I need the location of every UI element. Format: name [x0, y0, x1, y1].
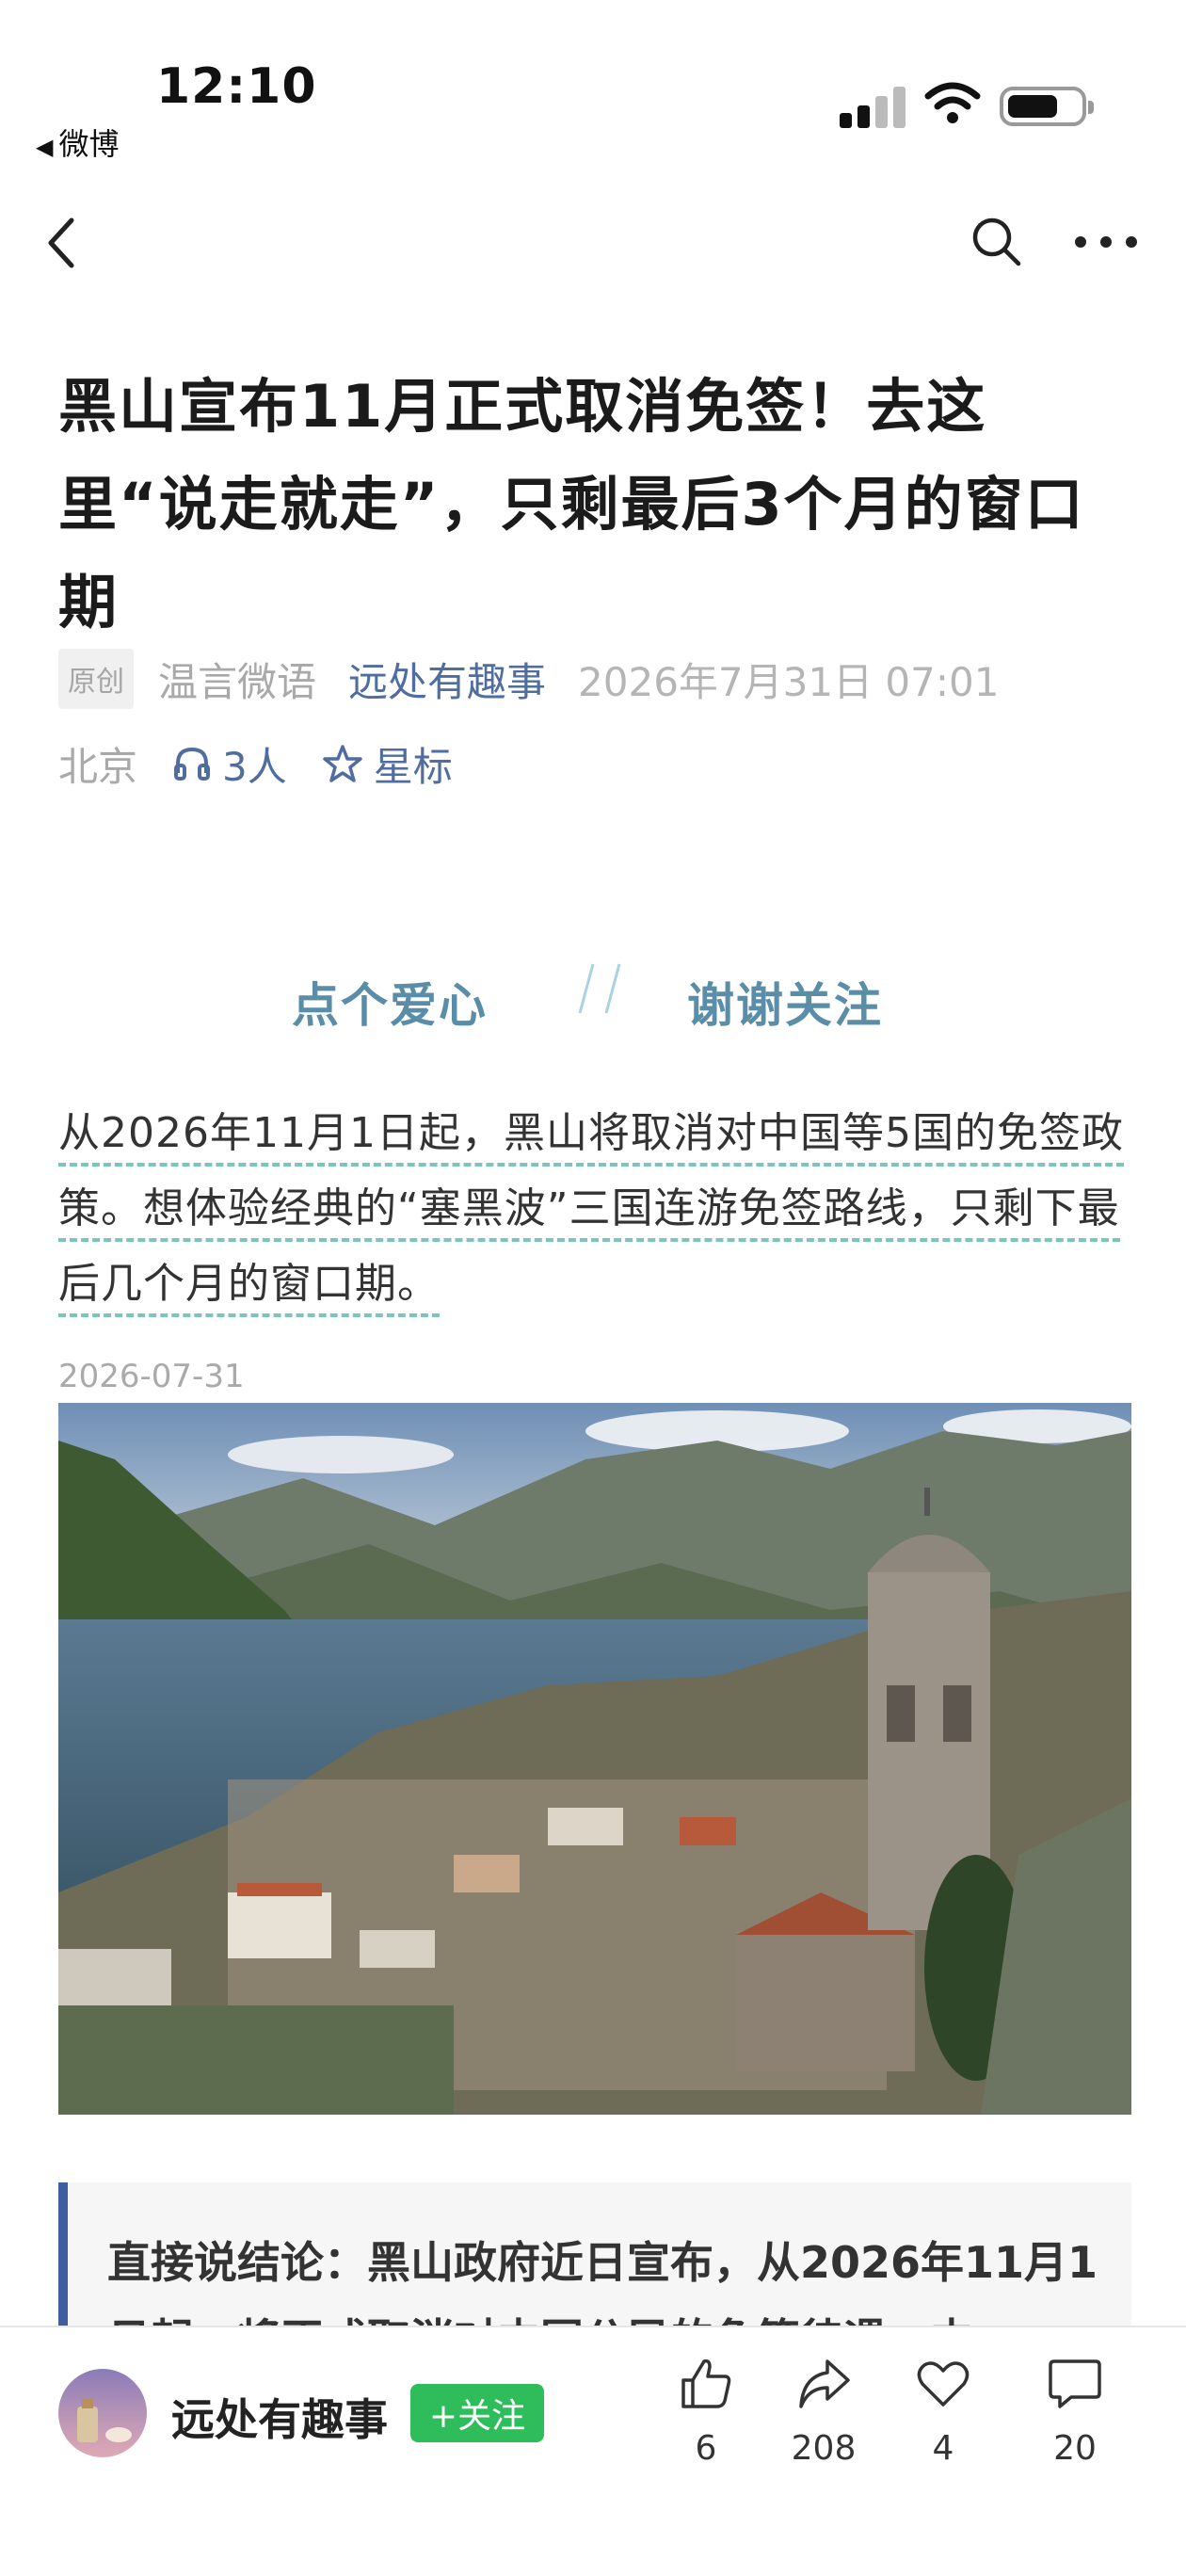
cellular-signal-icon	[840, 83, 907, 128]
article-location: 北京	[58, 743, 138, 790]
article-date: 2026年7月31日 07:01	[578, 658, 1000, 705]
banner-follow-text: 谢谢关注	[687, 978, 883, 1033]
star-label: 星标	[373, 743, 453, 790]
headphones-icon	[174, 747, 211, 781]
favorite-count: 4	[932, 2429, 954, 2468]
share-count: 208	[791, 2429, 857, 2468]
comment-icon	[1049, 2359, 1101, 2408]
back-to-app-link[interactable]: ◀ 微博	[36, 121, 119, 164]
divider-slashes	[578, 963, 621, 1014]
article-author: 温言微语	[158, 658, 317, 705]
article-meta-secondary: 北京 3人 星标	[58, 734, 453, 793]
lead-text: 从2026年11月1日起，黑山将取消对中国等5国的免签政策。想体验经典的“塞黑波…	[58, 1109, 1124, 1317]
status-time: 12:10	[156, 58, 317, 115]
comment-button[interactable]: 20	[1018, 2356, 1131, 2468]
image-date: 2026-07-31	[58, 1358, 245, 1395]
author-avatar[interactable]	[58, 2369, 147, 2457]
listen-button[interactable]: 3人	[173, 735, 287, 793]
star-button[interactable]: 星标	[323, 735, 453, 793]
share-button[interactable]: 208	[767, 2356, 880, 2468]
chevron-left-icon[interactable]	[43, 215, 81, 271]
share-icon	[799, 2359, 850, 2408]
heart-icon	[917, 2361, 970, 2407]
star-icon	[323, 745, 362, 782]
bottom-action-bar: 远处有趣事 +关注 6 208 4 20	[0, 2326, 1186, 2576]
banner-like-text: 点个爱心	[292, 978, 488, 1033]
thumbs-up-icon	[681, 2359, 731, 2408]
article-title: 黑山宣布11月正式取消免签！去这里“说走就走”，只剩最后3个月的窗口期	[58, 372, 1085, 636]
search-icon[interactable]	[970, 215, 1022, 267]
wifi-icon	[924, 82, 981, 123]
lead-paragraph: 从2026年11月1日起，黑山将取消对中国等5国的免签政策。想体验经典的“塞黑波…	[58, 1096, 1131, 1322]
battery-icon	[1000, 87, 1094, 126]
nav-bar	[0, 198, 1186, 282]
status-bar: 12:10 ◀ 微博	[0, 0, 1186, 179]
back-triangle-icon: ◀	[36, 134, 54, 160]
comment-count: 20	[1053, 2429, 1097, 2468]
kotor-bay-photo[interactable]	[58, 1403, 1131, 2115]
article-meta: 原创 温言微语 远处有趣事 2026年7月31日 07:01	[58, 649, 1000, 709]
like-count: 6	[695, 2429, 717, 2468]
more-dots-icon[interactable]	[1073, 228, 1139, 256]
bottom-author-name[interactable]: 远处有趣事	[171, 2386, 388, 2448]
original-tag: 原创	[58, 649, 134, 709]
like-button[interactable]: 6	[649, 2356, 762, 2468]
back-app-label: 微博	[58, 126, 120, 162]
favorite-button[interactable]: 4	[887, 2356, 1000, 2468]
follow-button[interactable]: +关注	[410, 2384, 544, 2442]
article-source-link[interactable]: 远处有趣事	[348, 651, 546, 708]
listener-count: 3人	[222, 743, 287, 790]
